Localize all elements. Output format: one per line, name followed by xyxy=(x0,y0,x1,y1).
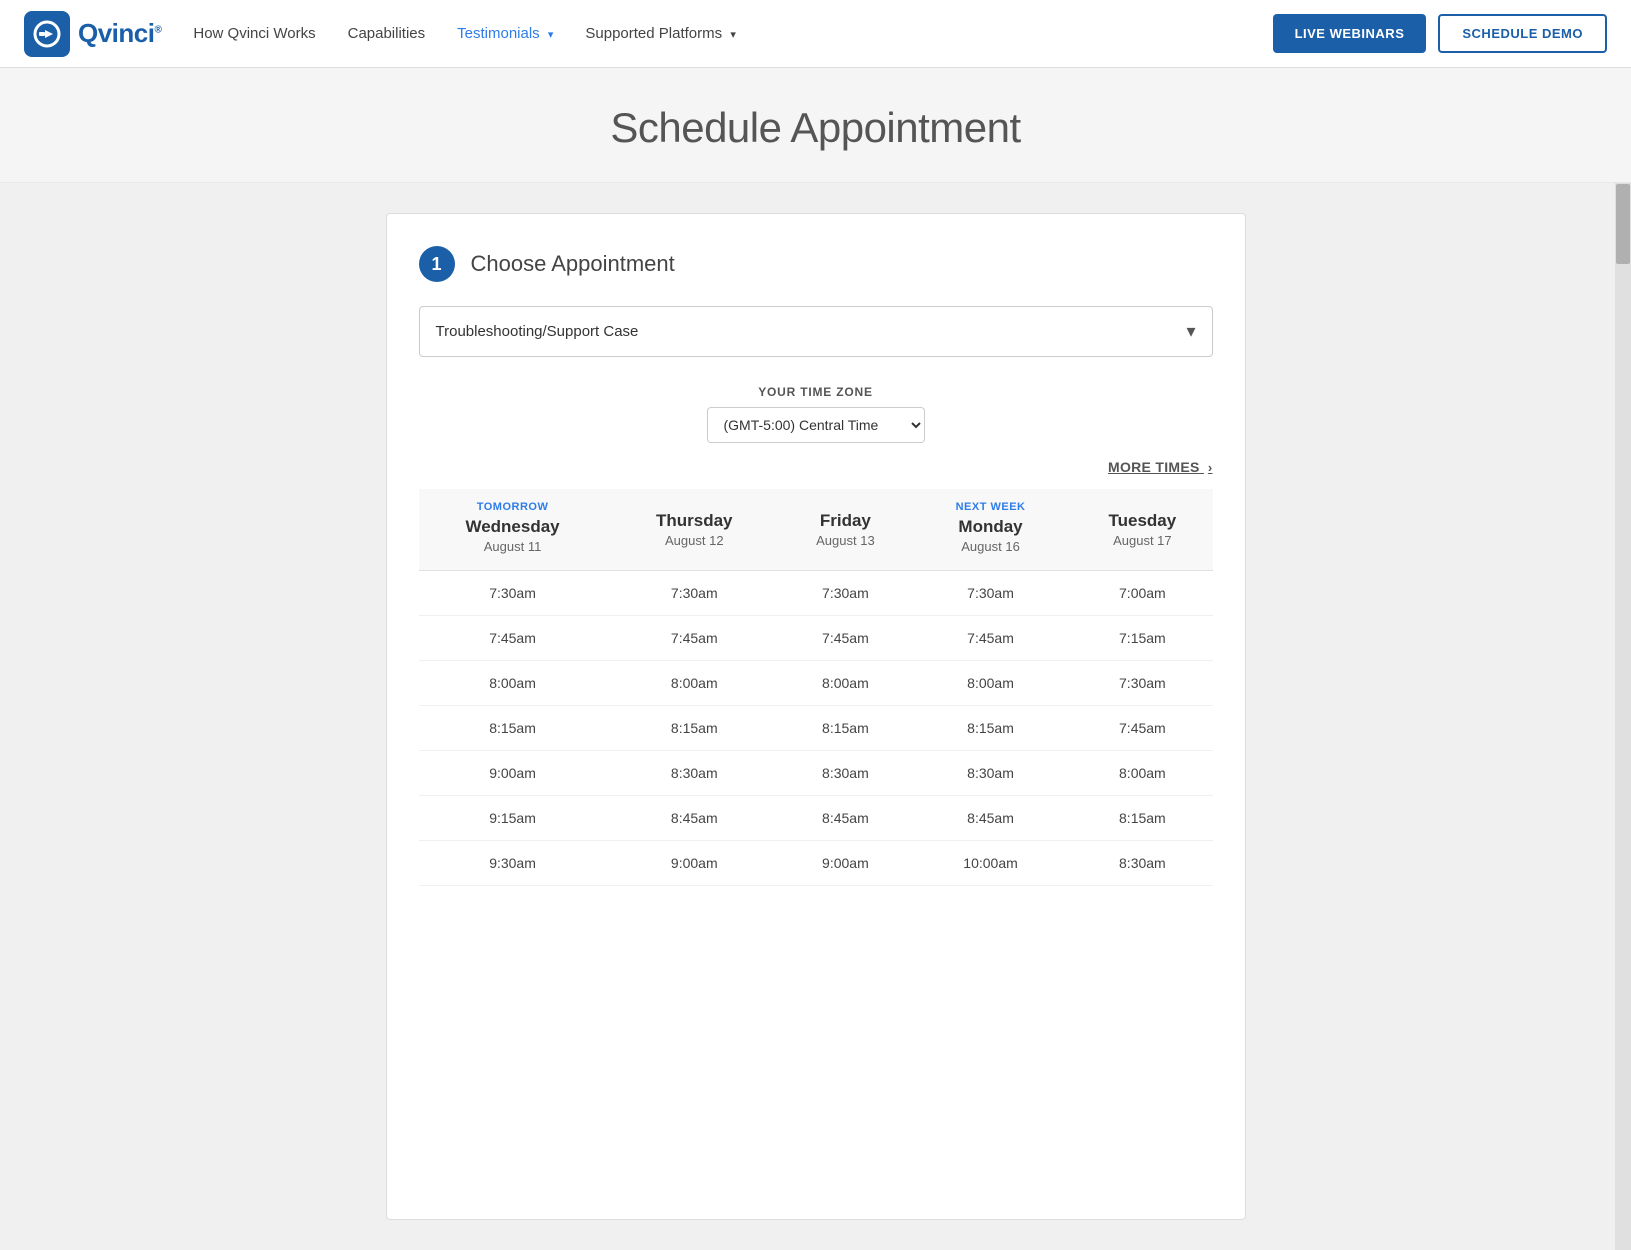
live-webinars-button[interactable]: LIVE WEBINARS xyxy=(1273,14,1427,53)
time-slot[interactable]: 7:30am xyxy=(778,571,913,616)
scrollbar-thumb[interactable] xyxy=(1616,184,1630,264)
time-slot[interactable]: 9:15am xyxy=(419,796,611,841)
nav-links: How Qvinci Works Capabilities Testimonia… xyxy=(193,25,1272,42)
calendar-column-header: NEXT WEEK Monday August 16 xyxy=(913,489,1068,571)
page-title: Schedule Appointment xyxy=(0,104,1631,152)
calendar-column-header: Thursday August 12 xyxy=(611,489,778,571)
appointment-type-dropdown[interactable]: Troubleshooting/Support Case ▾ xyxy=(419,306,1213,357)
chevron-down-icon: ▾ xyxy=(548,29,554,41)
schedule-demo-button[interactable]: SCHEDULE DEMO xyxy=(1438,14,1607,53)
column-day: Friday xyxy=(786,511,905,531)
column-date: August 16 xyxy=(921,539,1060,554)
time-slot[interactable]: 7:45am xyxy=(1068,706,1212,751)
column-day: Tuesday xyxy=(1076,511,1208,531)
time-row: 7:45am7:45am7:45am7:45am7:15am xyxy=(419,616,1213,661)
time-slot[interactable]: 8:15am xyxy=(1068,796,1212,841)
scrollbar[interactable] xyxy=(1615,183,1631,1250)
time-slot[interactable]: 8:30am xyxy=(913,751,1068,796)
column-tag: TOMORROW xyxy=(423,501,603,513)
chevron-down-icon: ▾ xyxy=(1186,321,1195,342)
more-times-link[interactable]: MORE TIMES › xyxy=(1108,459,1213,475)
time-slot[interactable]: 8:15am xyxy=(611,706,778,751)
column-date: August 12 xyxy=(619,533,770,548)
time-row: 9:00am8:30am8:30am8:30am8:00am xyxy=(419,751,1213,796)
time-slot[interactable]: 7:45am xyxy=(419,616,611,661)
time-slot[interactable]: 7:45am xyxy=(778,616,913,661)
page-title-section: Schedule Appointment xyxy=(0,68,1631,183)
time-slot[interactable]: 7:30am xyxy=(611,571,778,616)
column-date: August 11 xyxy=(423,539,603,554)
logo-icon xyxy=(24,11,70,57)
time-slot[interactable]: 8:15am xyxy=(913,706,1068,751)
time-slot[interactable]: 8:00am xyxy=(611,661,778,706)
calendar-column-header: Friday August 13 xyxy=(778,489,913,571)
logo-text: Qvinci® xyxy=(78,18,161,49)
nav-supported-platforms[interactable]: Supported Platforms ▾ xyxy=(585,25,735,42)
time-slot[interactable]: 8:00am xyxy=(913,661,1068,706)
navbar: Qvinci® How Qvinci Works Capabilities Te… xyxy=(0,0,1631,68)
column-day: Thursday xyxy=(619,511,770,531)
time-slot[interactable]: 8:30am xyxy=(778,751,913,796)
chevron-down-icon: ▾ xyxy=(730,29,736,41)
time-slot[interactable]: 10:00am xyxy=(913,841,1068,886)
time-slot[interactable]: 8:00am xyxy=(778,661,913,706)
nav-testimonials[interactable]: Testimonials ▾ xyxy=(457,25,553,42)
time-slot[interactable]: 7:30am xyxy=(419,571,611,616)
nav-buttons: LIVE WEBINARS SCHEDULE DEMO xyxy=(1273,14,1607,53)
time-slot[interactable]: 9:30am xyxy=(419,841,611,886)
timezone-label: YOUR TIME ZONE xyxy=(419,385,1213,399)
appointment-card: 1 Choose Appointment Troubleshooting/Sup… xyxy=(386,213,1246,1220)
time-slot[interactable]: 8:30am xyxy=(611,751,778,796)
time-slot[interactable]: 7:00am xyxy=(1068,571,1212,616)
time-row: 8:00am8:00am8:00am8:00am7:30am xyxy=(419,661,1213,706)
column-tag: NEXT WEEK xyxy=(921,501,1060,513)
calendar-column-header: Tuesday August 17 xyxy=(1068,489,1212,571)
dropdown-label: Troubleshooting/Support Case xyxy=(436,323,639,340)
time-slot[interactable]: 8:45am xyxy=(913,796,1068,841)
time-slot[interactable]: 9:00am xyxy=(778,841,913,886)
main-content: 1 Choose Appointment Troubleshooting/Sup… xyxy=(0,183,1631,1250)
time-slot[interactable]: 9:00am xyxy=(419,751,611,796)
time-slot[interactable]: 8:15am xyxy=(419,706,611,751)
calendar-column-header: TOMORROW Wednesday August 11 xyxy=(419,489,611,571)
arrow-right-icon: › xyxy=(1208,460,1213,475)
time-slot[interactable]: 7:45am xyxy=(913,616,1068,661)
nav-how-it-works[interactable]: How Qvinci Works xyxy=(193,25,315,42)
time-slot[interactable]: 8:15am xyxy=(778,706,913,751)
column-day: Monday xyxy=(921,517,1060,537)
timezone-section: YOUR TIME ZONE (GMT-5:00) Central Time xyxy=(419,385,1213,443)
time-slot[interactable]: 7:45am xyxy=(611,616,778,661)
calendar-table: TOMORROW Wednesday August 11 Thursday August… xyxy=(419,489,1213,886)
time-slot[interactable]: 8:45am xyxy=(778,796,913,841)
time-slot[interactable]: 8:00am xyxy=(419,661,611,706)
time-slot[interactable]: 7:30am xyxy=(1068,661,1212,706)
nav-capabilities[interactable]: Capabilities xyxy=(348,25,426,42)
time-slot[interactable]: 7:30am xyxy=(913,571,1068,616)
time-slot[interactable]: 8:00am xyxy=(1068,751,1212,796)
time-row: 9:30am9:00am9:00am10:00am8:30am xyxy=(419,841,1213,886)
timezone-select[interactable]: (GMT-5:00) Central Time xyxy=(707,407,925,443)
step-badge: 1 xyxy=(419,246,455,282)
time-row: 9:15am8:45am8:45am8:45am8:15am xyxy=(419,796,1213,841)
time-row: 7:30am7:30am7:30am7:30am7:00am xyxy=(419,571,1213,616)
time-slot[interactable]: 9:00am xyxy=(611,841,778,886)
logo[interactable]: Qvinci® xyxy=(24,11,161,57)
more-times-row: MORE TIMES › xyxy=(419,459,1213,477)
column-date: August 13 xyxy=(786,533,905,548)
column-date: August 17 xyxy=(1076,533,1208,548)
step-title: Choose Appointment xyxy=(471,251,675,277)
time-slot[interactable]: 8:45am xyxy=(611,796,778,841)
column-day: Wednesday xyxy=(423,517,603,537)
step-header: 1 Choose Appointment xyxy=(419,246,1213,282)
time-slot[interactable]: 7:15am xyxy=(1068,616,1212,661)
time-row: 8:15am8:15am8:15am8:15am7:45am xyxy=(419,706,1213,751)
time-slot[interactable]: 8:30am xyxy=(1068,841,1212,886)
